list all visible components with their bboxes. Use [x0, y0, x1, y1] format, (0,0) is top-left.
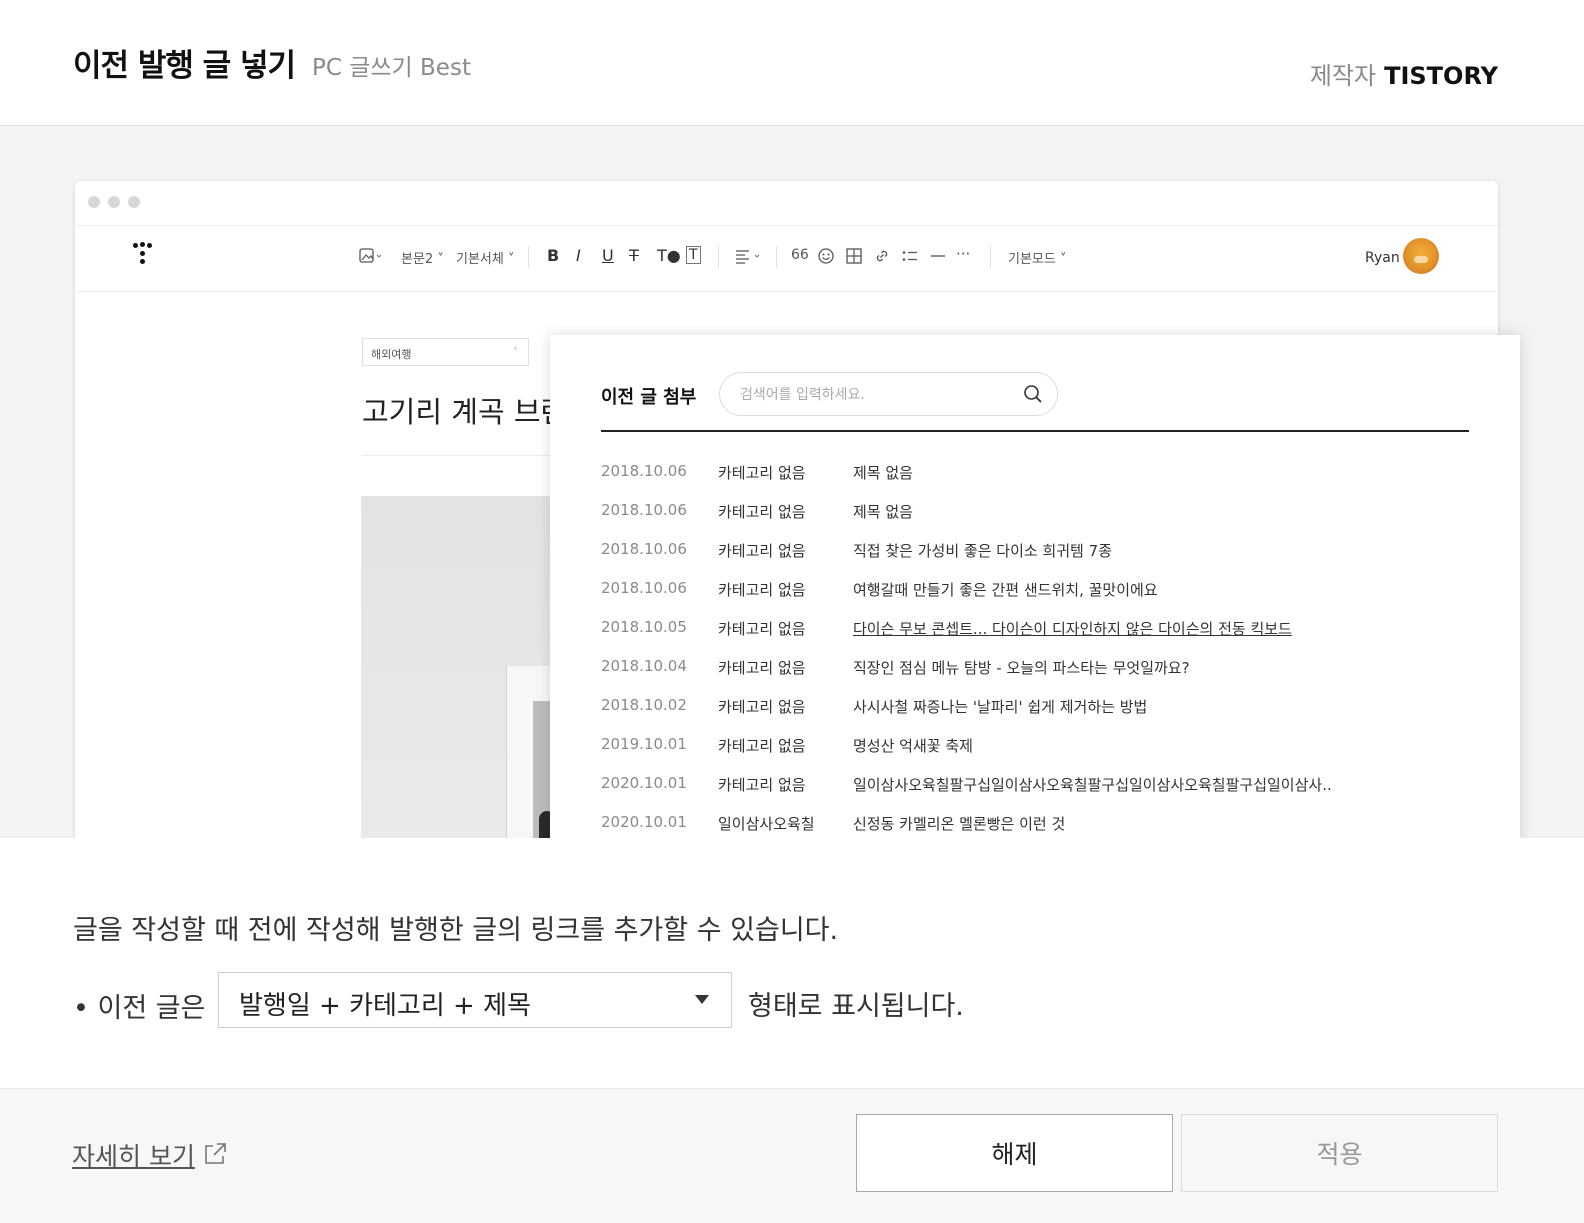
- attach-previous-post-popup: 이전 글 첨부 2018.10.06카테고리 없음제목 없음2018.10.06…: [550, 335, 1520, 838]
- post-title: 고기리 계곡 브런: [362, 395, 568, 429]
- post-date: 2018.10.05: [601, 618, 687, 636]
- post-category: 카테고리 없음: [718, 620, 806, 638]
- post-category: 카테고리 없음: [718, 698, 806, 716]
- post-category: 카테고리 없음: [718, 542, 806, 560]
- post-date: 2020.10.01: [601, 774, 687, 792]
- more-info-link[interactable]: 자세히 보기: [72, 1137, 195, 1173]
- popup-title: 이전 글 첨부: [601, 387, 697, 408]
- bold-icon: B: [547, 246, 560, 265]
- more-icon: ···: [956, 245, 971, 263]
- post-date: 2018.10.04: [601, 657, 687, 675]
- tistory-logo-icon: [133, 242, 159, 271]
- underline-icon: U: [602, 246, 614, 265]
- post-date: 2018.10.06: [601, 540, 687, 558]
- search-input[interactable]: [738, 383, 1012, 407]
- footer: 자세히 보기 해제 적용: [0, 1088, 1584, 1223]
- editor-mode-dropdown: 기본모드 ˅: [1008, 252, 1067, 267]
- post-date: 2019.10.01: [601, 735, 687, 753]
- plugin-title: 이전 발행 글 넣기: [73, 48, 296, 84]
- align-icon: [735, 248, 763, 268]
- maker-name: TISTORY: [1384, 62, 1498, 90]
- description-text: 글을 작성할 때 전에 작성해 발행한 글의 링크를 추가할 수 있습니다.: [73, 915, 839, 946]
- list-icon: [902, 248, 918, 268]
- popup-divider: [601, 430, 1469, 432]
- link-icon: [874, 248, 890, 268]
- format-prefix: • 이전 글은: [73, 993, 206, 1024]
- post-title-link[interactable]: 다이슨 무보 콘셉트... 다이슨이 디자인하지 않은 다이슨의 전동 킥보드: [853, 618, 1292, 639]
- header: 이전 발행 글 넣기 PC 글쓰기 Best 제작자 TISTORY: [0, 0, 1584, 126]
- post-date: 2018.10.06: [601, 501, 687, 519]
- post-title-link[interactable]: 명성산 억새꽃 축제: [853, 735, 973, 756]
- post-category: 카테고리 없음: [718, 737, 806, 755]
- post-category: 카테고리 없음: [718, 503, 806, 521]
- post-title-link[interactable]: 제목 없음: [853, 501, 913, 522]
- post-date: 2020.10.01: [601, 813, 687, 831]
- maker-info: 제작자 TISTORY: [1310, 56, 1498, 91]
- post-date: 2018.10.02: [601, 696, 687, 714]
- external-link-icon[interactable]: [202, 1141, 228, 1167]
- post-date: 2018.10.06: [601, 579, 687, 597]
- category-select: 해외여행 ˅: [362, 338, 529, 366]
- post-title-link[interactable]: 사시사철 짜증나는 '날파리' 쉽게 제거하는 방법: [853, 696, 1147, 717]
- plugin-subtitle: PC 글쓰기 Best: [312, 55, 471, 81]
- text-color-icon: T●: [657, 246, 681, 265]
- post-title-link[interactable]: 직접 찾은 가성비 좋은 다이소 희귀템 7종: [853, 540, 1112, 561]
- post-title-link[interactable]: 일이삼사오육칠팔구십일이삼사오육칠팔구십일이삼사오육칠팔구십일이삼사..: [853, 774, 1332, 795]
- post-category: 카테고리 없음: [718, 659, 806, 677]
- post-date: 2018.10.06: [601, 462, 687, 480]
- quote-icon: 66: [791, 247, 809, 263]
- table-icon: [846, 248, 862, 268]
- post-category: 카테고리 없음: [718, 581, 806, 599]
- format-suffix: 형태로 표시됩니다.: [748, 991, 964, 1022]
- italic-icon: I: [576, 246, 581, 265]
- strikethrough-icon: T: [629, 246, 639, 265]
- emoji-icon: [818, 248, 834, 268]
- post-title-link[interactable]: 제목 없음: [853, 462, 913, 483]
- user-name: Ryan: [1365, 250, 1400, 266]
- display-format-select[interactable]: 발행일 + 카테고리 + 제목: [218, 972, 732, 1028]
- search-icon[interactable]: [1023, 384, 1043, 404]
- image-icon: [359, 248, 383, 268]
- post-category: 카테고리 없음: [718, 464, 806, 482]
- popup-search: [719, 372, 1058, 416]
- divider-icon: [930, 248, 946, 268]
- release-button[interactable]: 해제: [856, 1114, 1173, 1192]
- avatar: [1403, 238, 1439, 274]
- caret-down-icon: [695, 995, 709, 1004]
- post-category: 카테고리 없음: [718, 776, 806, 794]
- text-background-icon: T: [686, 246, 701, 264]
- post-title-link[interactable]: 직장인 점심 메뉴 탐방 - 오늘의 파스타는 무엇일까요?: [853, 657, 1190, 678]
- post-title-link[interactable]: 신정동 카멜리온 멜론빵은 이런 것: [853, 813, 1065, 834]
- window-titlebar: [75, 181, 1498, 226]
- post-category: 일이삼사오육칠: [718, 815, 815, 833]
- preview-area: 본문2 ˅ 기본서체 ˅ B I U T T● T 66 ··· 기본모드 ˅ …: [0, 126, 1584, 838]
- apply-button[interactable]: 적용: [1181, 1114, 1498, 1192]
- post-title-link[interactable]: 여행갈때 만들기 좋은 간편 샌드위치, 꿀맛이에요: [853, 579, 1158, 600]
- display-format-value: 발행일 + 카테고리 + 제목: [239, 991, 531, 1021]
- font-dropdown: 기본서체 ˅: [456, 252, 515, 267]
- window-dots: [88, 196, 140, 208]
- paragraph-style-dropdown: 본문2 ˅: [401, 252, 444, 267]
- editor-toolbar: 본문2 ˅ 기본서체 ˅ B I U T T● T 66 ··· 기본모드 ˅ …: [75, 226, 1498, 292]
- maker-label: 제작자: [1309, 62, 1377, 90]
